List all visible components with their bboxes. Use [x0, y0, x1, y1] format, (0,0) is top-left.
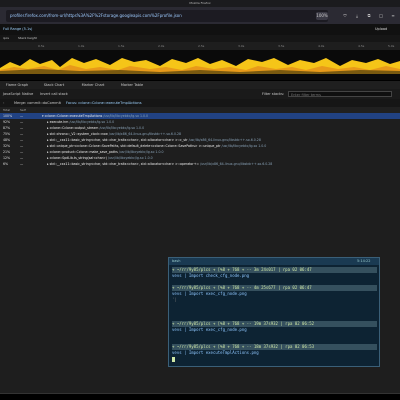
back-icon[interactable]: ‹	[3, 99, 4, 107]
ruler-tick: 4.5s	[358, 44, 365, 48]
invert-call-stack-checkbox[interactable]: Invert call stack	[40, 89, 68, 99]
library-name: /usr/lib/x86_64-linux-gnu/libstdc++.so.6…	[188, 138, 261, 142]
terminal-command-line: vevs | Import check_cfg_node.png	[172, 273, 250, 278]
ruler-tick: 1.0s	[78, 44, 85, 48]
status-strip	[0, 394, 400, 400]
filter-input[interactable]: Enter filter terms	[288, 91, 392, 97]
url-field[interactable]: profiler.firefox.com/from-url/https%3A%2…	[6, 10, 328, 22]
library-name: /usr/lib/libcyebkc/lg.so 1.0.0	[69, 120, 115, 124]
library-name: /usr/lib/libcyebkc/lg.so 1.0.0	[107, 156, 153, 160]
function-name: cclone::product::Cclone::make_save_paths	[49, 150, 118, 154]
url-text: profiler.firefox.com/from-url/https%3A%2…	[10, 13, 182, 18]
range-breadcrumb[interactable]: Full Range (5.1s)	[3, 24, 32, 35]
extensions-icon[interactable]: ⧉	[364, 12, 374, 20]
terminal-command-line: vevs | Import exec_cfg_node.png	[172, 327, 247, 332]
function-name: cclone::Cclone::output_stream	[49, 126, 99, 130]
breadcrumb-focus[interactable]: Focus: cclone::Cclone::executeTmplAction…	[66, 99, 142, 107]
row-total: 6%	[3, 162, 9, 166]
function-name: cclone::SpdLib.ts_string(sal<char>)	[49, 156, 107, 160]
library-name: /usr/lib/x86_64-linux-gnu/libstdc++.so.6…	[108, 132, 182, 136]
javascript-toggle[interactable]: JavaScript	[3, 89, 21, 99]
tab-flame-graph[interactable]: Flame Graph	[0, 81, 34, 89]
account-icon[interactable]: ◯	[376, 12, 386, 20]
breadcrumb-separator: ›	[60, 101, 62, 105]
native-toggle[interactable]: Native	[22, 89, 33, 99]
profiler-header: Full Range (5.1s) Upload	[0, 24, 400, 35]
function-name: std::__cxx11::basic_string<char, std::ch…	[49, 138, 188, 142]
tracks-header: ipcs Stack height	[0, 35, 400, 42]
ruler-tick: 2.0s	[158, 44, 165, 48]
library-name: /usr/lib/libcyebkc/lg.so 1.0.0	[118, 150, 164, 154]
zoom-badge[interactable]: 100%	[316, 12, 328, 20]
tab-stack-chart[interactable]: Stack Chart	[36, 81, 72, 89]
window-titlebar: Mozilla Firefox	[0, 0, 400, 7]
terminal-title: bash	[172, 259, 181, 263]
function-name: cclone::Cclone::executeTmplActions	[44, 114, 103, 118]
terminal-window[interactable]: bash 5:14:22 + ~/rr/9y85/plcs + [%8 + 76…	[168, 257, 380, 367]
terminal-output-line: '|	[172, 297, 177, 302]
ruler-tick: 5.0s	[388, 44, 395, 48]
library-name: /usr/lib/libcyebkc/lg.so 1.0.0	[103, 114, 149, 118]
terminal-command-line: vevs | Import executeTmplActions.png	[172, 350, 259, 355]
download-icon[interactable]: ⤓	[352, 12, 362, 20]
row-self: —	[20, 162, 24, 166]
terminal-cursor	[172, 357, 175, 362]
function-name: std::chrono::_V2::system_clock::now	[49, 132, 108, 136]
menu-icon[interactable]: ≡	[388, 12, 398, 20]
terminal-clock: 5:14:22	[357, 259, 371, 263]
ruler-tick: 4.0s	[318, 44, 325, 48]
activity-graph[interactable]	[0, 50, 400, 80]
library-name: /usr/lib/libcyebkc/lg.so 1.0.0	[221, 144, 267, 148]
function-name: execute.hm	[49, 120, 69, 124]
function-name: std::__cxx11::basic_string<char, std::ch…	[49, 162, 200, 166]
breadcrumb-merge[interactable]: Merge: commit::doCommit	[14, 99, 61, 107]
track-label-ipcs[interactable]: ipcs	[3, 35, 9, 42]
track-label-stack-height[interactable]: Stack height	[18, 35, 37, 42]
shield-icon[interactable]: ⛉	[340, 12, 350, 20]
activity-graph-svg	[0, 50, 400, 80]
terminal-cursor-line[interactable]	[172, 357, 377, 363]
window-title: Mozilla Firefox	[189, 1, 211, 5]
tab-marker-table[interactable]: Marker Table	[114, 81, 150, 89]
row-function: ▸ std::__cxx11::basic_string<char, std::…	[47, 161, 272, 167]
ruler-tick: 3.0s	[238, 44, 245, 48]
ruler-tick: 2.5s	[198, 44, 205, 48]
ruler-tick: 1.5s	[118, 44, 125, 48]
tab-marker-chart[interactable]: Marker Chart	[74, 81, 112, 89]
library-name: /usr/lib/libcyebkc/lg.so 1.0.0	[99, 126, 145, 130]
terminal-titlebar[interactable]: bash 5:14:22	[169, 258, 379, 265]
calltree-row[interactable]: 6% — ▸ std::__cxx11::basic_string<char, …	[0, 161, 400, 167]
ruler-tick: 0.5s	[38, 44, 45, 48]
library-name: /usr/lib/x86_64-linux-gnu/libstdc++.so.6…	[200, 162, 273, 166]
ruler-tick: 3.5s	[278, 44, 285, 48]
filter-label: Filter stacks:	[262, 92, 285, 96]
upload-button[interactable]: Upload	[375, 24, 387, 35]
function-name: std::unique_ptr<cclone::Cclone::SavePath…	[49, 144, 221, 148]
